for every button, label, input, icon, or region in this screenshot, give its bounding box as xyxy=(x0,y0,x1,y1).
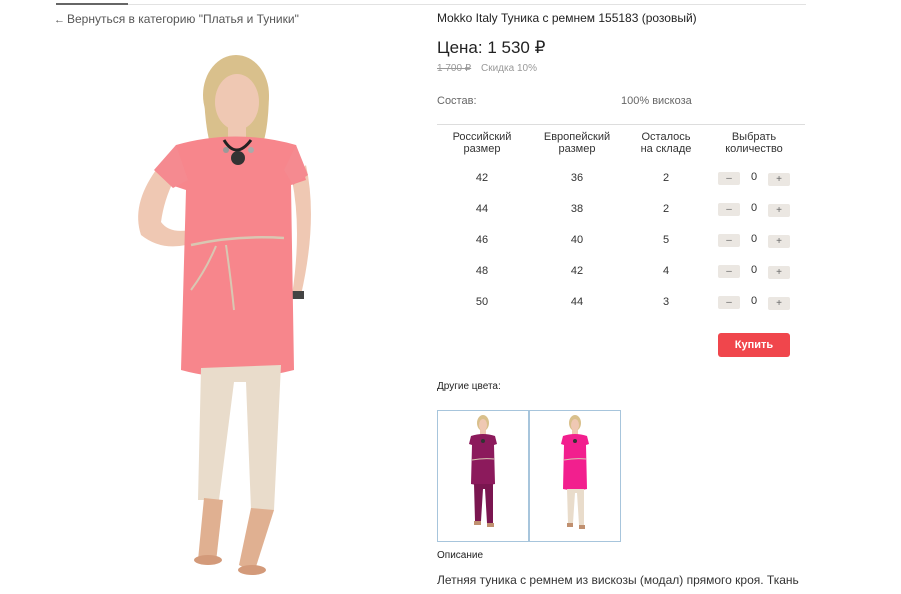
header-russian-size-line1: Российский xyxy=(452,131,512,143)
color-thumbnail-fuchsia[interactable] xyxy=(529,410,621,542)
top-divider-accent xyxy=(56,3,128,5)
cell-ru-size: 48 xyxy=(475,265,489,277)
description-label: Описание xyxy=(437,550,484,561)
cell-stock: 2 xyxy=(662,172,670,184)
minus-icon[interactable]: – xyxy=(718,234,740,247)
quantity-value[interactable]: 0 xyxy=(746,202,762,214)
minus-icon[interactable]: – xyxy=(718,296,740,309)
header-stock-line2: на складе xyxy=(640,143,692,155)
plus-icon[interactable]: + xyxy=(768,297,790,310)
cell-stock: 4 xyxy=(662,265,670,277)
cell-eu-size: 38 xyxy=(570,203,584,215)
header-european-size-line2: размер xyxy=(558,143,596,155)
minus-icon[interactable]: – xyxy=(718,172,740,185)
header-russian-size-line2: размер xyxy=(463,143,501,155)
product-photo[interactable] xyxy=(56,40,356,589)
cell-ru-size: 42 xyxy=(475,172,489,184)
header-stock-line1: Осталось xyxy=(641,131,691,143)
quantity-value[interactable]: 0 xyxy=(746,264,762,276)
back-to-category-link[interactable]: ← Вернуться в категорию "Платья и Туники" xyxy=(54,12,299,26)
cell-stock: 3 xyxy=(662,296,670,308)
description-text: Летняя туника с ремнем из вискозы (модал… xyxy=(437,573,799,587)
discount-label: Скидка 10% xyxy=(481,63,537,74)
cell-ru-size: 50 xyxy=(475,296,489,308)
quantity-value[interactable]: 0 xyxy=(746,233,762,245)
header-european-size: Европейский размер xyxy=(537,131,617,155)
old-price: 1 700 ₽ xyxy=(437,63,472,74)
header-quantity-line1: Выбрать xyxy=(731,131,777,143)
plus-icon[interactable]: + xyxy=(768,235,790,248)
cell-eu-size: 40 xyxy=(570,234,584,246)
product-price: Цена: 1 530 ₽ xyxy=(437,38,546,57)
cell-eu-size: 42 xyxy=(570,265,584,277)
plus-icon[interactable]: + xyxy=(768,266,790,279)
quantity-value[interactable]: 0 xyxy=(746,295,762,307)
cell-ru-size: 46 xyxy=(475,234,489,246)
header-quantity: Выбрать количество xyxy=(718,131,790,155)
top-divider xyxy=(56,4,806,5)
header-stock: Осталось на складе xyxy=(634,131,698,155)
cell-ru-size: 44 xyxy=(475,203,489,215)
header-russian-size: Российский размер xyxy=(444,131,520,155)
color-thumbnail-burgundy[interactable] xyxy=(437,410,529,542)
product-title: Mokko Italy Туника с ремнем 155183 (розо… xyxy=(437,11,697,25)
composition-value: 100% вискоза xyxy=(621,95,692,107)
composition-label: Состав: xyxy=(437,95,477,107)
quantity-value[interactable]: 0 xyxy=(746,171,762,183)
header-european-size-line1: Европейский xyxy=(543,131,611,143)
header-quantity-line2: количество xyxy=(725,143,783,155)
other-colors-label: Другие цвета: xyxy=(437,381,501,392)
minus-icon[interactable]: – xyxy=(718,265,740,278)
composition-divider xyxy=(437,124,805,125)
cell-eu-size: 36 xyxy=(570,172,584,184)
back-link-label: Вернуться в категорию "Платья и Туники" xyxy=(67,12,299,26)
back-arrow-icon: ← xyxy=(54,14,65,26)
cell-stock: 5 xyxy=(662,234,670,246)
plus-icon[interactable]: + xyxy=(768,204,790,217)
cell-eu-size: 44 xyxy=(570,296,584,308)
buy-button[interactable]: Купить xyxy=(718,333,790,357)
plus-icon[interactable]: + xyxy=(768,173,790,186)
cell-stock: 2 xyxy=(662,203,670,215)
minus-icon[interactable]: – xyxy=(718,203,740,216)
